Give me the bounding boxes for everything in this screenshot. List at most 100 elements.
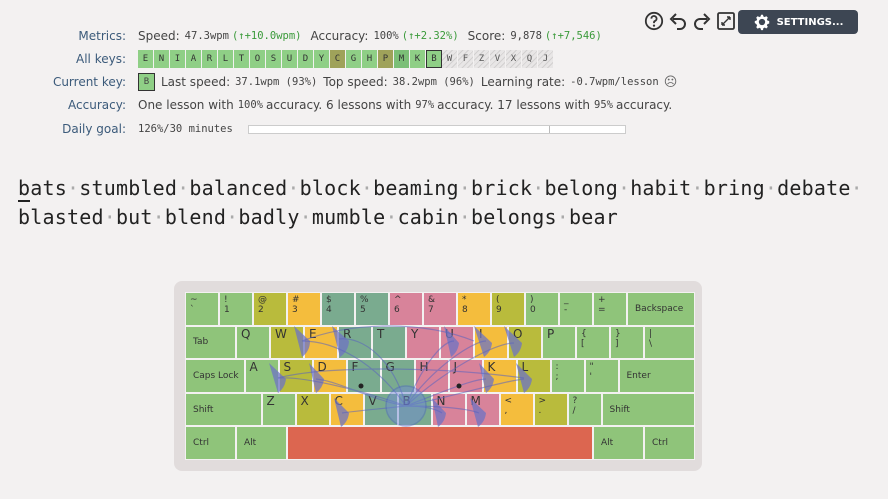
key-label-top: R <box>343 326 352 341</box>
sad-face-icon: ☹ <box>663 74 678 90</box>
key-chip[interactable]: Y <box>314 50 330 68</box>
keyboard-key: >. <box>533 392 568 427</box>
key-label-top: > <box>538 395 547 406</box>
space-marker: · <box>532 176 545 200</box>
key-label-top: Tab <box>193 337 209 348</box>
key-label-top: $ <box>326 295 332 305</box>
key-label-top: Enter <box>626 370 651 381</box>
key-label-top: U <box>445 326 454 341</box>
key-label-top: { <box>581 328 587 339</box>
key-label-top: Alt <box>244 438 257 449</box>
key-chip[interactable]: Z <box>474 50 490 68</box>
key-label-top: P <box>547 326 555 341</box>
typing-cursor: b <box>18 176 31 202</box>
keyboard-key: (9 <box>491 292 525 326</box>
key-chip[interactable]: W <box>442 50 458 68</box>
key-label-top: ) <box>530 295 534 305</box>
daily-goal-row: Daily goal: 126%/30 minutes <box>0 120 626 138</box>
key-chip[interactable]: N <box>154 50 170 68</box>
key-chip[interactable]: T <box>234 50 250 68</box>
key-chip[interactable]: E <box>138 50 154 68</box>
undo-icon[interactable] <box>668 11 688 31</box>
lesson-word: belong <box>544 176 618 200</box>
key-label-top: @ <box>258 295 267 305</box>
key-chip[interactable]: B <box>426 50 442 68</box>
accuracy-row-label: Accuracy: <box>68 98 126 112</box>
help-icon[interactable] <box>644 11 664 31</box>
lesson-word: block <box>299 176 361 200</box>
space-marker: · <box>287 176 300 200</box>
key-chip[interactable]: K <box>410 50 426 68</box>
key-chip[interactable]: J <box>538 50 554 68</box>
key-chip[interactable]: O <box>250 50 266 68</box>
score-value: 9,878 <box>510 30 542 42</box>
keyboard-key: O <box>508 325 542 360</box>
key-chip[interactable]: I <box>170 50 186 68</box>
keyboard-key: Alt <box>236 426 287 460</box>
accuracy-value-1: 100% <box>237 99 263 111</box>
fullscreen-icon[interactable] <box>716 11 736 31</box>
key-chip[interactable]: Q <box>522 50 538 68</box>
key-label-top: M <box>470 393 481 408</box>
key-label-top: O <box>513 326 523 341</box>
keyboard-key: C <box>329 392 364 427</box>
key-label-top: D <box>317 360 327 375</box>
toolbar-controls <box>644 11 736 31</box>
key-chip[interactable]: C <box>330 50 346 68</box>
lesson-word: brick <box>471 176 533 200</box>
space-marker: · <box>556 205 569 229</box>
key-label-top: X <box>300 393 309 408</box>
key-label-bottom: 3 <box>292 305 298 315</box>
key-chip[interactable]: R <box>202 50 218 68</box>
key-chip[interactable]: U <box>282 50 298 68</box>
accuracy-text-4: accuracy. <box>615 98 673 112</box>
score-delta: (↑+7,546) <box>544 30 602 42</box>
keyboard-key: I <box>474 325 508 360</box>
key-label-top: Y <box>411 326 419 341</box>
accuracy-text-1: One lesson with <box>138 98 234 112</box>
key-label-bottom: . <box>538 405 542 416</box>
daily-goal-value: 126%/30 minutes <box>138 123 233 135</box>
keyboard-key: _ - <box>559 292 593 326</box>
key-label-top: N <box>436 393 446 408</box>
key-chip[interactable]: L <box>218 50 234 68</box>
space-marker: · <box>226 205 239 229</box>
current-key-badge[interactable]: B <box>138 73 155 91</box>
key-label-top: L <box>521 360 529 375</box>
key-chip[interactable]: H <box>362 50 378 68</box>
lesson-text[interactable]: bats·stumbled·balanced·block·beaming·bri… <box>18 174 868 232</box>
keyboard-key: <, <box>499 392 534 427</box>
key-chip[interactable]: M <box>394 50 410 68</box>
keyboard-key: A <box>244 359 279 393</box>
space-marker: · <box>850 176 863 200</box>
keyboard-key: Tab <box>185 325 236 360</box>
all-keys-row: All keys: ENIARLTOSUDYCGHPMKBWFZVXQJ <box>0 50 554 68</box>
key-chip[interactable]: X <box>506 50 522 68</box>
keyboard-key: + = <box>593 292 627 326</box>
key-label-top: % <box>360 295 369 305</box>
key-chip[interactable]: A <box>186 50 202 68</box>
accuracy-value-3: 95% <box>594 99 613 111</box>
key-label-top: ~ <box>190 295 198 305</box>
redo-icon[interactable] <box>692 11 712 31</box>
key-chip[interactable]: V <box>490 50 506 68</box>
accuracy-text-2: accuracy. 6 lessons with <box>266 98 412 112</box>
keyboard-key: }] <box>610 325 644 360</box>
settings-button[interactable]: SETTINGS... <box>738 10 858 34</box>
keyboard-key: Backspace <box>627 292 695 326</box>
key-chip[interactable]: D <box>298 50 314 68</box>
space-marker: · <box>691 176 704 200</box>
lesson-word: belongs <box>471 205 557 229</box>
key-chip[interactable]: G <box>346 50 362 68</box>
score-label: Score: <box>467 29 506 43</box>
key-chip[interactable]: S <box>266 50 282 68</box>
keyboard-key: ~ ` <box>185 292 219 326</box>
key-chip[interactable]: P <box>378 50 394 68</box>
key-label-top: : <box>555 362 559 373</box>
key-label-top: Alt <box>601 438 614 449</box>
daily-goal-label: Daily goal: <box>62 122 126 136</box>
keyboard-key: Alt <box>593 426 644 460</box>
space-marker: · <box>103 205 116 229</box>
key-label-top: Shift <box>609 404 630 415</box>
key-chip[interactable]: F <box>458 50 474 68</box>
